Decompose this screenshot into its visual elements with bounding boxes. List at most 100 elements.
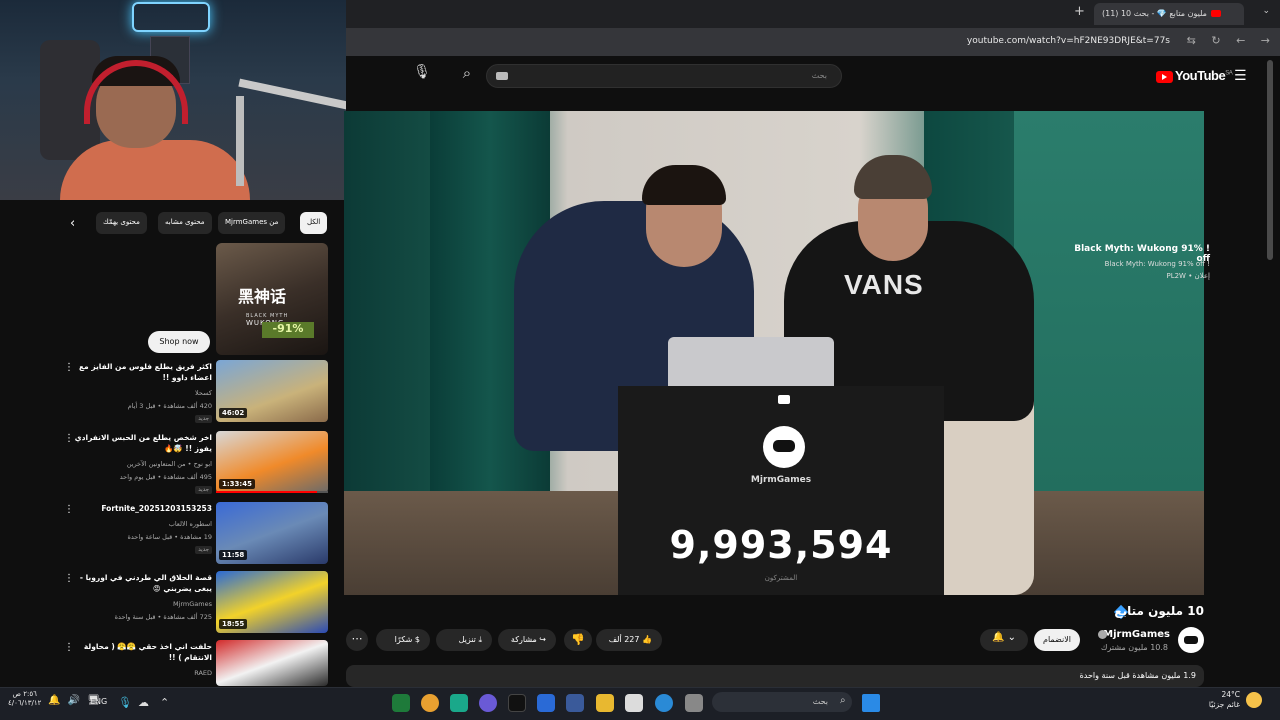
more-options-icon[interactable]: ⋮ [64, 433, 74, 444]
taskbar-search-input[interactable]: بحث ⌕ [712, 692, 852, 712]
subscriber-count: 9,993,594 [669, 523, 893, 567]
keyboard-icon[interactable] [496, 72, 508, 80]
counter-channel-name: MjrmGames [750, 475, 812, 485]
edge-icon[interactable] [655, 694, 673, 712]
recommendation-channel[interactable]: MjrmGames [173, 600, 212, 608]
join-button[interactable]: الانضمام [1034, 629, 1080, 651]
subscriber-counter-card: MjrmGames 9,993,594 المشتركون [618, 386, 944, 595]
more-options-icon[interactable]: ⋮ [64, 362, 74, 373]
download-button[interactable]: ⤓ تنزيل [436, 629, 492, 651]
chip-related[interactable]: محتوى مشابه [158, 212, 212, 234]
youtube-favicon-icon [1210, 10, 1221, 17]
more-options-icon[interactable]: ⋮ [64, 504, 74, 515]
chip-for-you[interactable]: محتوى يهمّك [96, 212, 147, 234]
app-icon[interactable] [450, 694, 468, 712]
chip-from-channel[interactable]: من MjrmGames [218, 212, 286, 234]
recommendation-title[interactable]: Fortnite_20251203153253 [62, 503, 212, 514]
file-explorer-icon[interactable] [596, 694, 614, 712]
recommendation-channel[interactable]: اسطوره الالعاب [169, 520, 212, 528]
youtube-mini-icon [778, 395, 790, 404]
weather-sun-icon [1246, 692, 1262, 708]
channel-avatar[interactable] [1178, 627, 1204, 653]
subscriber-label: المشتركون [764, 574, 798, 582]
channel-name[interactable]: MjrmGames [1103, 629, 1170, 640]
ad-sponsor-label: إعلان • PL2W [1166, 272, 1210, 280]
ad-thumbnail[interactable]: 黑神话 BLACK MYTH WUKONG [216, 243, 328, 355]
recommendation-thumbnail[interactable] [216, 640, 328, 686]
recommendation-item[interactable]: 11:58 Fortnite_20251203153253 اسطوره الا… [60, 502, 330, 566]
thanks-button[interactable]: $ شكرًا [376, 629, 430, 651]
counter-channel-avatar [763, 426, 805, 468]
chevron-up-icon[interactable]: ⌃ [160, 696, 178, 714]
ad-discount-badge: -91% [262, 322, 314, 338]
youtube-logo[interactable]: YouTubeSA [1156, 68, 1233, 83]
views-description[interactable]: 1.9 مليون مشاهدة قبل سنة واحدة [346, 665, 1204, 687]
xbox-app-icon[interactable] [392, 694, 410, 712]
video-duration: 11:58 [219, 550, 248, 560]
search-icon[interactable]: ⌕ [454, 64, 480, 88]
language-indicator[interactable]: ENG [90, 697, 107, 706]
recommendation-channel[interactable]: كسحلا [195, 389, 212, 397]
url-text[interactable]: youtube.com/watch?v=hF2NE93DRJE&t=77s [967, 36, 1170, 46]
nav-icons[interactable]: ⇆ ↻ ← → [1187, 34, 1270, 47]
dislike-button[interactable]: 👎 [564, 629, 592, 651]
beanie [854, 155, 932, 199]
recommendation-item[interactable]: حلفت اني اخذ حقي 😤😤 ( محاولة الانتقام ) … [60, 640, 330, 686]
tiktok-icon[interactable] [508, 694, 526, 712]
recommendation-item[interactable]: 46:02 اكثر فريق يطلع فلوس من الفايز مع ا… [60, 360, 330, 424]
weather-widget[interactable]: 24°C غائم جزئيًا [1209, 690, 1240, 710]
more-actions-icon[interactable]: ⋯ [346, 629, 368, 651]
taskbar-search-placeholder: بحث [812, 697, 828, 706]
page-scrollbar[interactable] [1266, 60, 1274, 660]
mic-arm [238, 78, 346, 110]
more-options-icon[interactable]: ⋮ [64, 642, 74, 653]
recommendation-channel[interactable]: ابو نوح • من المتعاونين الآخرين [127, 460, 212, 468]
recommendation-title[interactable]: حلفت اني اخذ حقي 😤😤 ( محاولة الانتقام ) … [62, 641, 212, 663]
thumbs-up-icon: 👍 [639, 635, 652, 644]
hamburger-menu-icon[interactable]: ☰ [1234, 68, 1247, 84]
cloud-tray-icon[interactable]: ☁ [138, 696, 156, 714]
clock-date: ٤/٠٦/١٣/١٢ [8, 699, 42, 707]
new-badge: جديد [195, 546, 212, 554]
windows-start-icon[interactable] [862, 694, 880, 712]
mail-icon[interactable] [537, 694, 555, 712]
recommendation-item[interactable]: 18:55 قصة الحلاق الي طردني في اوروبا - ي… [60, 571, 330, 635]
download-icon: ⤓ [475, 635, 482, 644]
tab-list-icon[interactable]: ⌄ [1262, 6, 1270, 16]
thanks-icon: $ [412, 635, 420, 644]
ad-subtitle: ! Black Myth: Wukong 91% off [1104, 260, 1210, 268]
channel-subscribers: 10.8 مليون مشترك [1100, 643, 1168, 652]
more-options-icon[interactable]: ⋮ [64, 573, 74, 584]
recommendation-item[interactable]: 1:33:45 اخر شخص يطلع من الحبس الانفرادي … [60, 431, 330, 495]
recommendation-title[interactable]: اخر شخص يطلع من الحبس الانفرادي يفوز !! … [62, 432, 212, 454]
recommendation-channel[interactable]: RAED [194, 669, 212, 677]
recommendation-meta: 19 مشاهدة • قبل ساعة واحدة [127, 533, 212, 541]
share-label: مشاركة [510, 635, 537, 644]
laptop [668, 337, 834, 387]
search-input[interactable]: بحث [486, 64, 842, 88]
region-code: SA [1225, 70, 1233, 77]
scrollbar-thumb[interactable] [1267, 60, 1273, 260]
discord-icon[interactable] [479, 694, 497, 712]
store-icon[interactable] [566, 694, 584, 712]
notepad-icon[interactable] [625, 694, 643, 712]
shop-now-button[interactable]: Shop now [148, 331, 210, 353]
voice-search-icon[interactable]: 🎙 [412, 64, 432, 88]
chip-all[interactable]: الكل [300, 212, 328, 234]
like-button[interactable]: 👍 227 ألف [596, 629, 662, 651]
recommendation-title[interactable]: اكثر فريق يطلع فلوس من الفايز مع اعضاء د… [62, 361, 212, 383]
neon-sign [132, 2, 210, 32]
search-icon: ⌕ [840, 695, 846, 706]
subscribed-bell-button[interactable]: 🔔 ⌄ [980, 629, 1028, 651]
mic-tray-icon[interactable]: 🎙 [118, 696, 136, 714]
taskbar-clock[interactable]: ٢:٥٦ ص ٤/٠٦/١٣/١٢ [8, 690, 41, 708]
recommendation-title[interactable]: قصة الحلاق الي طردني في اوروبا - يبغى يض… [62, 572, 212, 594]
browser-tab[interactable]: (11) 10 مليون متابع 💎 - بحث [1094, 3, 1244, 25]
chrome-icon[interactable] [421, 694, 439, 712]
new-tab-icon[interactable]: + [1074, 4, 1085, 19]
video-duration: 18:55 [219, 619, 248, 629]
app-icon-2[interactable] [685, 694, 703, 712]
video-title: 10 مليون متابع [1114, 604, 1204, 618]
video-player[interactable]: VANS MjrmGames 9,993,594 المشتركون [344, 111, 1204, 595]
share-button[interactable]: ↪ مشاركة [498, 629, 556, 651]
